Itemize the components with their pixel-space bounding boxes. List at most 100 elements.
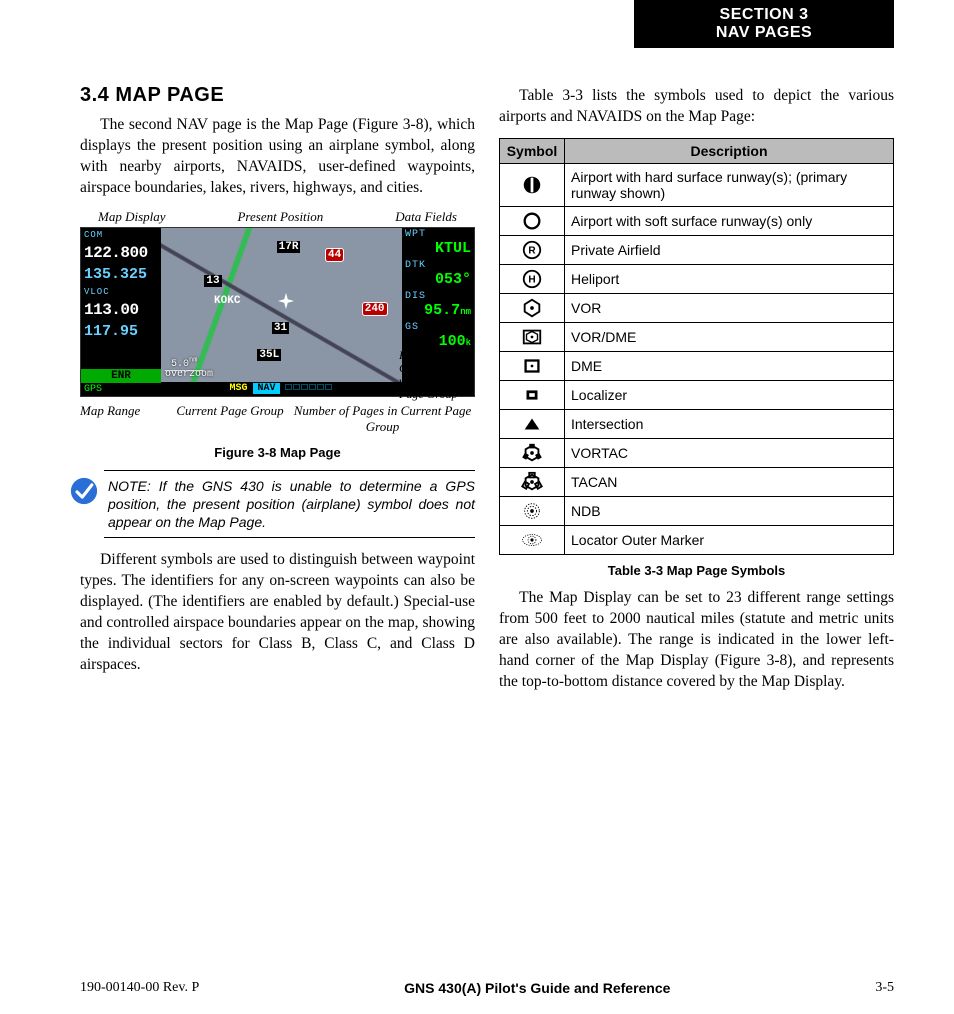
- desc-cell: Heliport: [565, 264, 894, 293]
- symbol-airport-hard-icon: [500, 163, 565, 206]
- symbol-vortac-icon: [500, 438, 565, 467]
- table-row: NDB: [500, 496, 894, 525]
- table-row: TACAN: [500, 467, 894, 496]
- desc-cell: Locator Outer Marker: [565, 525, 894, 554]
- table-row: Localizer: [500, 380, 894, 409]
- com-standby: 135.325: [81, 264, 161, 285]
- map-display-area: 17R 13 KOKC 44 240 31 35L 5.0nm overzoom: [161, 228, 402, 396]
- paragraph-4: The Map Display can be set to 23 differe…: [499, 588, 894, 693]
- table-row: VOR: [500, 293, 894, 322]
- map-label-35l: 35L: [257, 349, 281, 361]
- right-column: Table 3-3 lists the symbols used to depi…: [499, 80, 894, 954]
- table-caption: Table 3-3 Map Page Symbols: [499, 563, 894, 578]
- callout-page-position: Position of Current Page within Current …: [399, 349, 477, 402]
- section-line2: NAV PAGES: [634, 24, 894, 42]
- vloc-label: VLOC: [81, 285, 161, 299]
- table-header-row: Symbol Description: [500, 138, 894, 163]
- dis-label: DIS: [402, 290, 474, 302]
- page-footer: 190-00140-00 Rev. P GNS 430(A) Pilot's G…: [80, 980, 894, 996]
- nav-group-indicator: NAV: [253, 383, 279, 394]
- device-left-panel: COM 122.800 135.325 VLOC 113.00 117.95 E…: [81, 228, 161, 396]
- desc-cell: VOR/DME: [565, 322, 894, 351]
- vloc-active: 113.00: [81, 299, 161, 321]
- callout-map-display: Map Display: [98, 209, 166, 225]
- section-header-tab: SECTION 3 NAV PAGES: [634, 0, 894, 48]
- footer-page-number: 3-5: [875, 980, 894, 996]
- footer-title: GNS 430(A) Pilot's Guide and Reference: [404, 980, 670, 996]
- table-row: Locator Outer Marker: [500, 525, 894, 554]
- th-symbol: Symbol: [500, 138, 565, 163]
- note-check-icon: [70, 477, 98, 505]
- paragraph-1: The second NAV page is the Map Page (Fig…: [80, 115, 475, 199]
- msg-indicator: MSG: [229, 383, 247, 394]
- figure-top-callouts: Map Display Present Position Data Fields: [80, 209, 475, 227]
- gs-label: GS: [402, 321, 474, 333]
- callout-map-range: Map Range: [80, 403, 170, 435]
- desc-cell: DME: [565, 351, 894, 380]
- callout-page-group: Current Page Group: [170, 403, 290, 435]
- paragraph-3: Table 3-3 lists the symbols used to depi…: [499, 86, 894, 128]
- desc-cell: Intersection: [565, 409, 894, 438]
- figure-bottom-callouts: Map Range Current Page Group Number of P…: [80, 403, 475, 435]
- svg-text:R: R: [528, 246, 536, 257]
- symbol-vor-dme-icon: [500, 322, 565, 351]
- heading-map-page: 3.4 MAP PAGE: [80, 84, 475, 107]
- symbol-intersection-icon: [500, 409, 565, 438]
- map-label-240: 240: [362, 302, 388, 316]
- left-column: 3.4 MAP PAGE The second NAV page is the …: [80, 80, 475, 954]
- symbol-heliport-icon: H: [500, 264, 565, 293]
- desc-cell: TACAN: [565, 467, 894, 496]
- com-active: 122.800: [81, 242, 161, 264]
- table-row: VOR/DME: [500, 322, 894, 351]
- symbol-ndb-icon: [500, 496, 565, 525]
- th-description: Description: [565, 138, 894, 163]
- dtk-value: 053°: [402, 271, 474, 290]
- map-label-31: 31: [272, 322, 289, 334]
- symbol-lom-icon: [500, 525, 565, 554]
- desc-cell: NDB: [565, 496, 894, 525]
- desc-cell: Airport with hard surface runway(s); (pr…: [565, 163, 894, 206]
- symbol-dme-icon: [500, 351, 565, 380]
- symbol-vor-icon: [500, 293, 565, 322]
- note-text: NOTE: If the GNS 430 is unable to determ…: [108, 477, 475, 532]
- note-box: NOTE: If the GNS 430 is unable to determ…: [104, 470, 475, 539]
- desc-cell: Airport with soft surface runway(s) only: [565, 206, 894, 235]
- com-label: COM: [81, 228, 161, 242]
- section-line1: SECTION 3: [634, 6, 894, 24]
- table-row: Airport with soft surface runway(s) only: [500, 206, 894, 235]
- table-row: Intersection: [500, 409, 894, 438]
- map-label-17r: 17R: [277, 241, 301, 253]
- vloc-standby: 117.95: [81, 321, 161, 342]
- map-label-13: 13: [204, 275, 221, 287]
- svg-text:H: H: [528, 275, 535, 286]
- footer-doc-id: 190-00140-00 Rev. P: [80, 980, 199, 996]
- wpt-value: KTUL: [402, 240, 474, 259]
- symbol-localizer-icon: [500, 380, 565, 409]
- figure-3-8: Map Display Present Position Data Fields…: [80, 209, 475, 460]
- dis-value: 95.7nm: [402, 302, 474, 321]
- wpt-label: WPT: [402, 228, 474, 240]
- table-row: DME: [500, 351, 894, 380]
- callout-present-position: Present Position: [237, 209, 323, 225]
- symbols-table: Symbol Description Airport with hard sur…: [499, 138, 894, 555]
- callout-data-fields: Data Fields: [395, 209, 457, 225]
- table-row: R Private Airfield: [500, 235, 894, 264]
- page-content: 3.4 MAP PAGE The second NAV page is the …: [80, 80, 894, 954]
- device-bottom-bar: MSG NAV □□□□□□: [161, 382, 402, 396]
- desc-cell: Private Airfield: [565, 235, 894, 264]
- map-label-44: 44: [325, 248, 344, 262]
- symbol-private-airfield-icon: R: [500, 235, 565, 264]
- paragraph-2: Different symbols are used to distinguis…: [80, 550, 475, 676]
- figure-caption: Figure 3-8 Map Page: [80, 445, 475, 460]
- map-range-readout: 5.0nm overzoom: [165, 357, 213, 379]
- enr-indicator: ENR: [81, 369, 161, 383]
- page-indicator-boxes: □□□□□□: [286, 383, 334, 394]
- symbol-airport-soft-icon: [500, 206, 565, 235]
- callout-page-count: Number of Pages in Current Page Group: [290, 403, 475, 435]
- gps-indicator: GPS: [81, 383, 161, 396]
- desc-cell: VORTAC: [565, 438, 894, 467]
- desc-cell: Localizer: [565, 380, 894, 409]
- map-label-kokc: KOKC: [214, 295, 240, 307]
- airplane-icon: [277, 292, 295, 314]
- table-row: Airport with hard surface runway(s); (pr…: [500, 163, 894, 206]
